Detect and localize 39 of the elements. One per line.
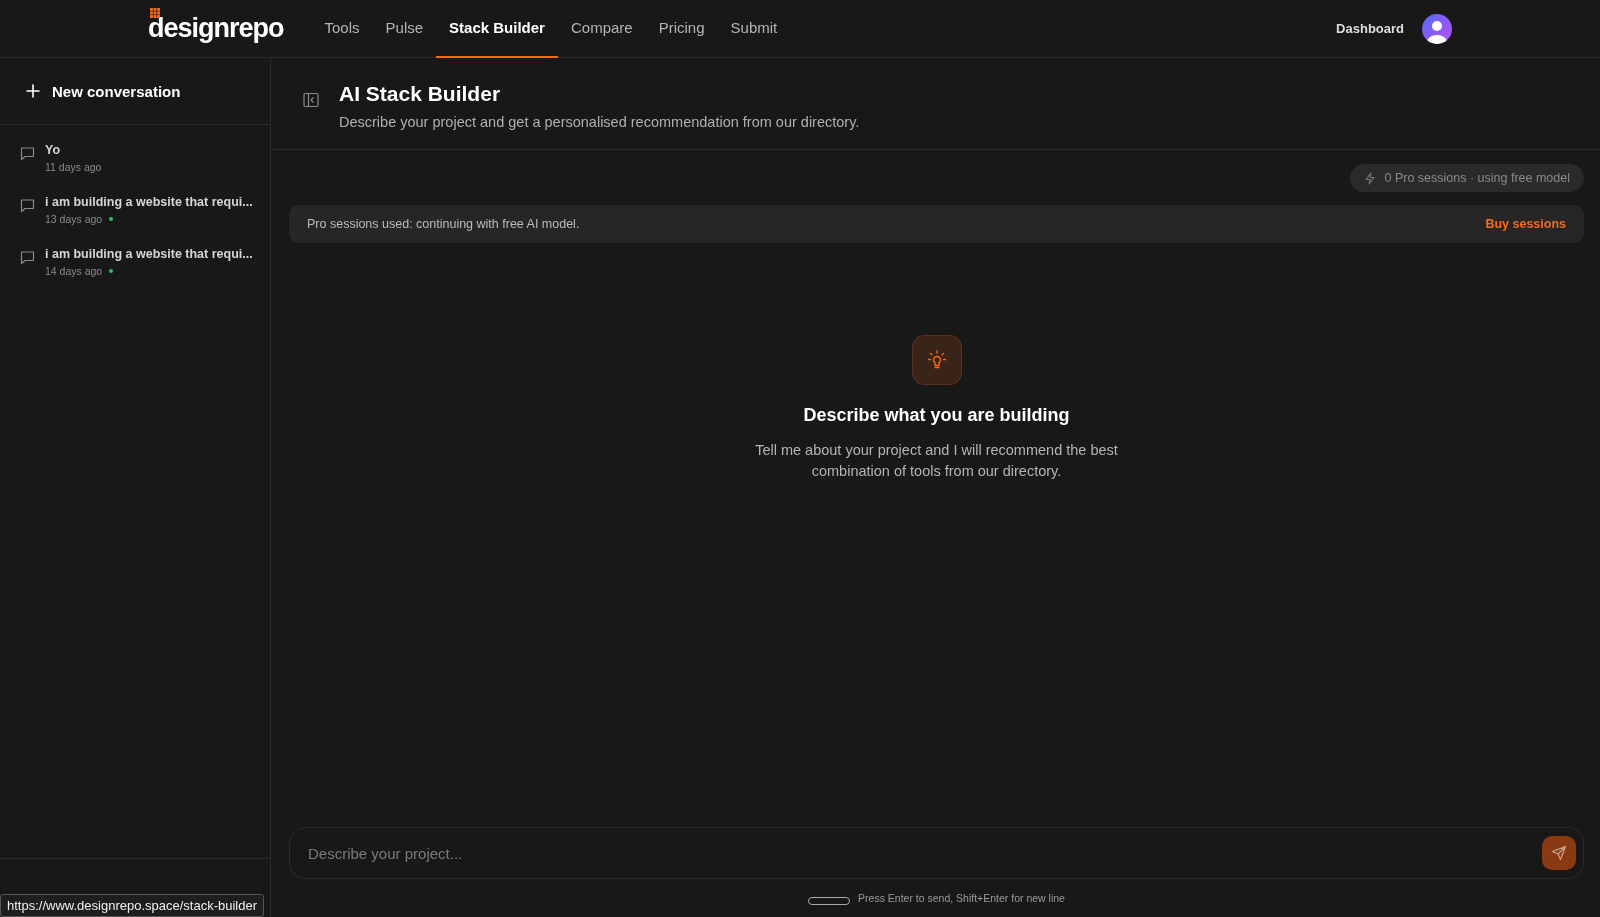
nav-tab[interactable]: Stack Builder	[436, 0, 558, 58]
message-input[interactable]: Describe your project...	[289, 827, 1584, 879]
link-url-tooltip: https://www.designrepo.space/stack-builder	[0, 894, 264, 917]
conversation-time: 14 days ago	[45, 265, 103, 277]
conversation-title: i am building a website that requi...	[45, 247, 253, 261]
nav-tab[interactable]: Pulse	[372, 0, 437, 58]
empty-state-text: Tell me about your project and I will recommend the best combination of tools from our directory.	[754, 441, 1119, 481]
logo[interactable]: designrepo	[148, 13, 284, 44]
send-icon	[1551, 845, 1567, 861]
conversation-item[interactable]: i am building a website that requi... 14 days ago	[0, 243, 270, 281]
chat-bubble-icon	[20, 146, 35, 161]
conversation-item[interactable]: Yo 11 days ago	[0, 139, 270, 177]
chat-bubble-icon	[20, 198, 35, 213]
chat-bubble-icon	[20, 250, 35, 265]
keyboard-hint: Press Enter to send, Shift+Enter for new line	[858, 892, 1065, 904]
avatar-icon[interactable]	[1422, 13, 1452, 44]
conversation-time: 13 days ago	[45, 213, 103, 225]
nav-tab[interactable]: Submit	[717, 0, 791, 58]
send-button[interactable]	[1542, 836, 1576, 870]
page-title: AI Stack Builder	[339, 82, 502, 106]
nav-tab[interactable]: Pricing	[645, 0, 718, 58]
buy-sessions-link[interactable]: Buy sessions	[1485, 217, 1566, 231]
conversation-time: 11 days ago	[45, 161, 102, 173]
sidebar-toggle-icon[interactable]	[303, 92, 319, 108]
page-subtitle: Describe your project and get a personalised recommendation from our directory.	[339, 114, 860, 130]
plus-icon	[26, 84, 40, 98]
sessions-text: 0 Pro sessions · using free model	[1384, 171, 1570, 185]
conversation-title: i am building a website that requi...	[45, 195, 253, 209]
dashboard-link[interactable]: Dashboard	[1336, 21, 1404, 36]
new-conversation-button[interactable]: New conversation	[20, 76, 187, 106]
nav-tab[interactable]: Compare	[557, 0, 646, 58]
empty-state-title: Describe what you are building	[803, 405, 1070, 426]
notice-text: Pro sessions used: continuing with free AI model.	[307, 217, 580, 231]
lightning-icon	[1364, 171, 1377, 185]
conversation-item[interactable]: i am building a website that requi... 13 days ago	[0, 191, 270, 229]
conversation-title: Yo	[45, 143, 62, 157]
bulb-glyph-icon	[925, 349, 948, 371]
logo-grid-icon	[150, 8, 160, 18]
nav-tab[interactable]: Tools	[311, 0, 373, 58]
